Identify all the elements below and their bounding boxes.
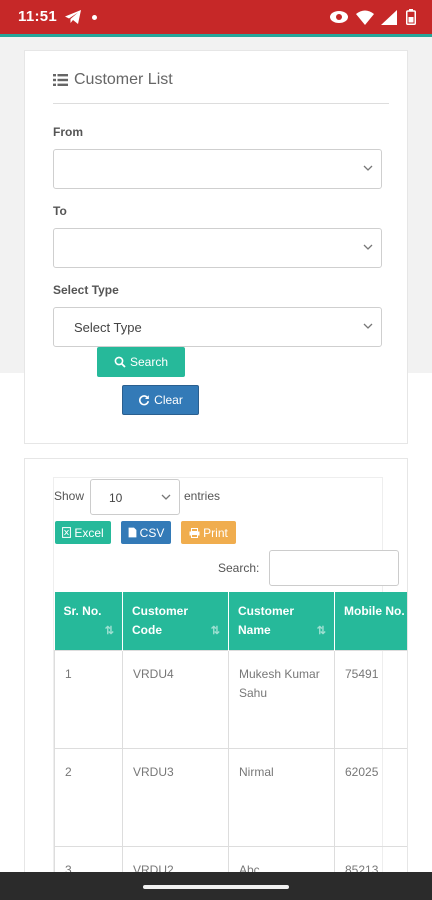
to-select[interactable] [53,228,382,268]
telegram-icon [65,10,81,24]
table-search-label: Search: [218,561,260,575]
eye-icon [330,11,348,23]
sort-icon: ⇅ [104,625,114,637]
column-header-customer-code[interactable]: Customer Code ⇅ [122,592,229,651]
search-button-label: Search [129,355,169,369]
column-header-mobile-no[interactable]: Mobile No. [334,592,407,651]
status-bar: 11:51 [0,0,432,34]
sort-icon: ⇅ [316,625,326,637]
battery-icon [406,9,416,25]
sort-icon: ⇅ [210,625,220,637]
cell-code: VRDU3 [122,748,229,847]
print-button-label: Print [203,525,228,540]
clear-button-label: Clear [154,393,183,407]
column-header-label: Sr. No. [63,604,102,618]
clear-button[interactable]: Clear [122,385,199,415]
refresh-icon [139,395,150,406]
select-type-label: Select Type [53,283,119,297]
cell-code: VRDU4 [122,650,229,749]
excel-button[interactable]: Excel [55,521,111,544]
entries-label: entries [184,489,221,503]
customer-table-card: Show 10 entries Excel CSV Print Search: … [24,458,408,900]
type-select[interactable]: Select Type [53,307,382,347]
wifi-icon [356,10,374,25]
show-label: Show [54,489,85,503]
column-header-customer-name[interactable]: Customer Name ⇅ [228,592,335,651]
page-title: Customer List [74,71,173,88]
csv-button[interactable]: CSV [121,521,171,544]
to-label: To [53,204,67,218]
card-title: Customer List [53,71,173,89]
search-icon [114,356,126,368]
from-select[interactable] [53,149,382,189]
customer-table: Sr. No. ⇅ Customer Code ⇅ Customer Name ⇅ M… [54,592,407,899]
file-excel-icon [62,527,72,538]
column-header-label: Mobile No. [344,604,405,618]
table-row: 1 VRDU4 Mukesh Kumar Sahu 75491 [54,650,407,749]
list-icon [53,74,68,86]
page-length-value: 10 [109,491,123,505]
cell-sr: 1 [54,650,123,749]
signal-icon [381,10,397,25]
cell-mobile: 75491 [334,650,407,749]
column-header-label: Customer Code [132,604,189,637]
file-icon [128,527,137,538]
notification-dot-icon [92,15,97,20]
table-header-row: Sr. No. ⇅ Customer Code ⇅ Customer Name ⇅ M… [54,592,407,651]
title-divider [53,103,389,104]
table-row: 2 VRDU3 Nirmal 62025 [54,748,407,847]
excel-button-label: Excel [74,525,104,540]
chevron-down-icon [161,494,171,500]
column-header-sr-no[interactable]: Sr. No. ⇅ [54,592,123,651]
from-label: From [53,125,83,139]
column-header-label: Customer Name [238,604,295,637]
print-button[interactable]: Print [181,521,236,544]
status-time: 11:51 [18,8,58,25]
csv-button-label: CSV [139,525,165,540]
print-icon [189,527,200,538]
type-select-value: Select Type [74,320,142,335]
datatable-wrapper: Show 10 entries Excel CSV Print Search: … [53,477,407,899]
page-length-select[interactable]: 10 [90,479,180,515]
home-gesture-handle[interactable] [143,885,289,889]
chevron-down-icon [363,244,373,250]
chevron-down-icon [363,323,373,329]
chevron-down-icon [363,165,373,171]
cell-sr: 2 [54,748,123,847]
customer-filter-card: Customer List From To Select Type Select… [24,50,408,444]
cell-name: Mukesh Kumar Sahu [228,650,335,749]
search-button[interactable]: Search [97,347,185,377]
cell-mobile: 62025 [334,748,407,847]
cell-name: Nirmal [228,748,335,847]
table-search-input[interactable] [269,550,399,586]
navigation-bar [0,872,432,900]
